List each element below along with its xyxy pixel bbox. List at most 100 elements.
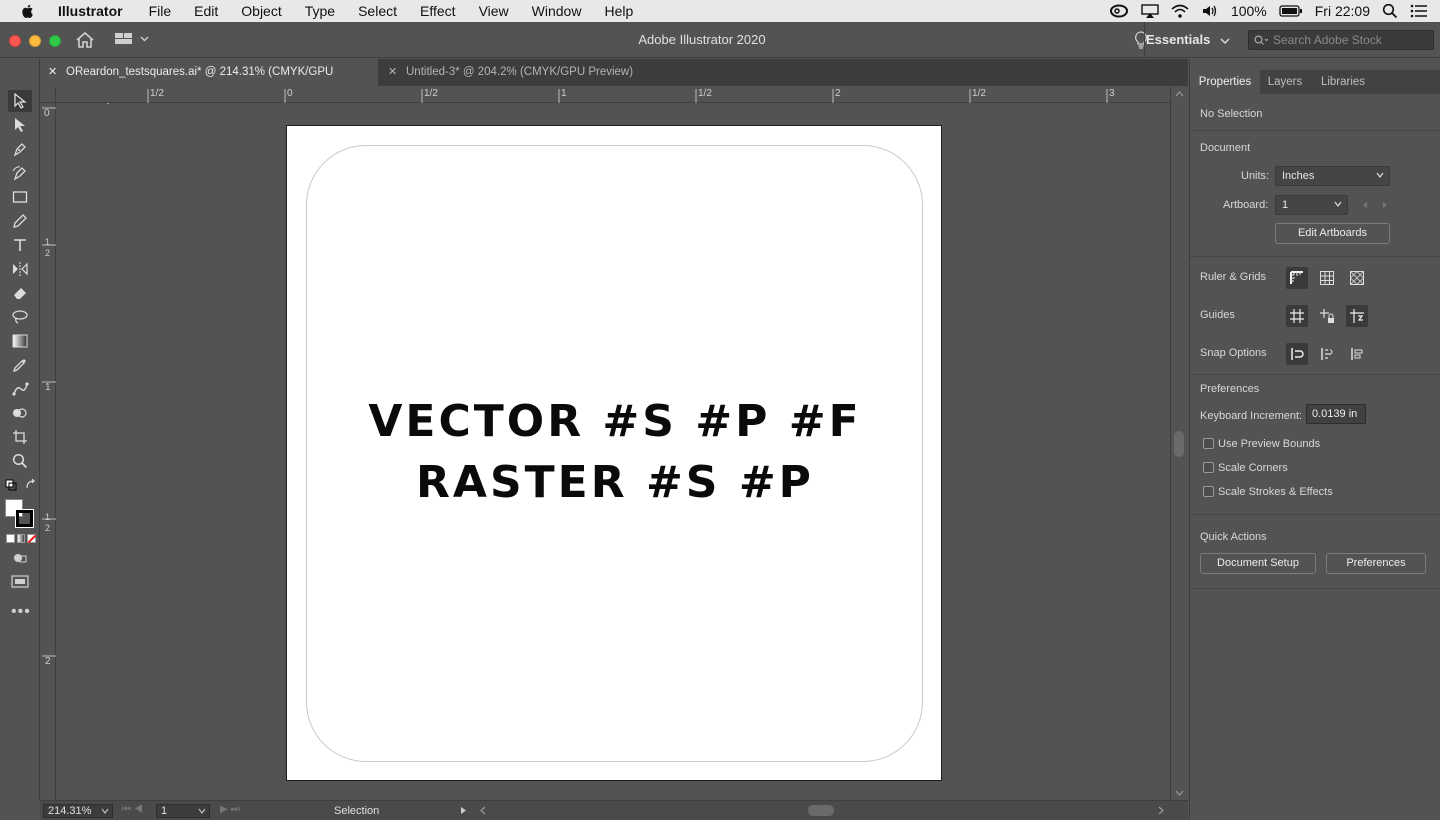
close-tab-icon[interactable]: ✕: [48, 59, 57, 86]
artboard[interactable]: VECTOR #S #P #F RASTER #S #P: [286, 125, 942, 781]
draw-mode-icon[interactable]: [12, 551, 28, 565]
lock-guides-button[interactable]: [1316, 305, 1338, 327]
scale-strokes-effects-checkbox[interactable]: [1203, 486, 1214, 497]
menu-effect[interactable]: Effect: [420, 0, 456, 22]
swap-fill-stroke-icon[interactable]: [25, 479, 37, 491]
scroll-left-icon[interactable]: [480, 806, 486, 815]
notification-center-icon[interactable]: [1410, 4, 1428, 18]
eraser-tool[interactable]: [8, 282, 32, 304]
none-mode-icon[interactable]: [27, 534, 37, 544]
airplay-icon[interactable]: [1141, 4, 1159, 18]
apple-logo-icon[interactable]: [20, 3, 36, 19]
scale-corners-label[interactable]: Scale Corners: [1218, 462, 1288, 474]
shape-builder-tool[interactable]: [8, 402, 32, 424]
scroll-right-icon[interactable]: [1158, 806, 1164, 815]
panel-divider: [1190, 588, 1440, 589]
vertical-scroll-thumb[interactable]: [1174, 431, 1184, 457]
volume-icon[interactable]: [1201, 4, 1219, 18]
show-grid-button[interactable]: [1316, 267, 1338, 289]
document-tab-inactive[interactable]: ✕ Untitled-3* @ 204.2% (CMYK/GPU Preview…: [380, 59, 640, 86]
artboard-dropdown[interactable]: 1: [1275, 195, 1348, 215]
artwork-text-line-1[interactable]: VECTOR #S #P #F: [287, 396, 943, 447]
zoom-tool[interactable]: [8, 450, 32, 472]
default-fill-stroke-icon[interactable]: [5, 479, 17, 491]
eyedropper-tool[interactable]: [8, 354, 32, 376]
gradient-tool[interactable]: [8, 330, 32, 352]
menu-edit[interactable]: Edit: [194, 0, 218, 22]
scroll-down-icon[interactable]: [1175, 790, 1184, 796]
menu-object[interactable]: Object: [241, 0, 281, 22]
battery-icon[interactable]: [1279, 5, 1303, 17]
ruler-origin[interactable]: [40, 87, 56, 103]
close-tab-icon[interactable]: ✕: [388, 59, 397, 86]
scale-corners-checkbox[interactable]: [1203, 462, 1214, 473]
spotlight-search-icon[interactable]: [1382, 3, 1398, 19]
use-preview-bounds-label[interactable]: Use Preview Bounds: [1218, 438, 1320, 450]
next-artboard-icon[interactable]: [1382, 201, 1388, 209]
menubar-clock[interactable]: Fri 22:09: [1315, 3, 1370, 19]
eyedropper-icon: [12, 359, 26, 373]
snap-to-pixel-button[interactable]: [1346, 343, 1368, 365]
smart-guides-button[interactable]: [1346, 305, 1368, 327]
type-tool[interactable]: [8, 234, 32, 256]
curvature-tool[interactable]: [8, 162, 32, 184]
units-dropdown[interactable]: Inches: [1275, 166, 1390, 186]
tab-libraries[interactable]: Libraries: [1310, 70, 1376, 94]
canvas-area[interactable]: VECTOR #S #P #F RASTER #S #P: [57, 104, 1170, 800]
selection-tool[interactable]: [8, 90, 32, 112]
search-adobe-stock-input[interactable]: Search Adobe Stock: [1248, 30, 1434, 50]
zoom-level-field[interactable]: 214.31%: [43, 804, 113, 818]
workspace-switcher[interactable]: Essentials: [1146, 22, 1230, 58]
artboard-tool[interactable]: [8, 426, 32, 448]
pen-tool[interactable]: [8, 138, 32, 160]
scale-strokes-effects-label[interactable]: Scale Strokes & Effects: [1218, 486, 1333, 498]
next-last-artboard-icon[interactable]: ▶⏭: [220, 804, 243, 815]
tab-layers[interactable]: Layers: [1260, 70, 1310, 94]
color-mode-icon[interactable]: [6, 534, 15, 543]
use-preview-bounds-checkbox[interactable]: [1203, 438, 1214, 449]
screen-mode-icon[interactable]: [11, 575, 29, 589]
current-tool-status[interactable]: Selection: [334, 805, 379, 817]
artwork-text-line-2[interactable]: RASTER #S #P: [287, 457, 943, 508]
grid-icon: [1320, 271, 1334, 285]
status-menu-arrow-icon[interactable]: [460, 806, 467, 815]
document-setup-button[interactable]: Document Setup: [1200, 553, 1316, 574]
menu-window[interactable]: Window: [532, 0, 582, 22]
creative-cloud-icon[interactable]: [1109, 4, 1129, 18]
menu-view[interactable]: View: [479, 0, 509, 22]
scroll-up-icon[interactable]: [1175, 91, 1184, 97]
document-tab-active[interactable]: ✕ OReardon_testsquares.ai* @ 214.31% (CM…: [40, 59, 378, 105]
first-prev-artboard-icon[interactable]: ⏮◀: [122, 804, 146, 815]
show-guides-button[interactable]: [1286, 305, 1308, 327]
preferences-button[interactable]: Preferences: [1326, 553, 1426, 574]
menu-select[interactable]: Select: [358, 0, 397, 22]
horizontal-scroll-thumb[interactable]: [808, 805, 834, 816]
pencil-tool[interactable]: [8, 210, 32, 232]
lasso-tool[interactable]: [8, 306, 32, 328]
menu-type[interactable]: Type: [305, 0, 335, 22]
rounded-square-shape[interactable]: [306, 145, 923, 762]
previous-artboard-icon[interactable]: [1362, 201, 1368, 209]
ruler-grids-label: Ruler & Grids: [1200, 271, 1267, 283]
menu-app-name[interactable]: Illustrator: [58, 0, 123, 22]
transparency-grid-button[interactable]: [1346, 267, 1368, 289]
keyboard-increment-input[interactable]: 0.0139 in: [1306, 404, 1366, 424]
snap-to-grid-button[interactable]: [1316, 343, 1338, 365]
gradient-mode-icon[interactable]: [16, 534, 26, 543]
snap-to-point-button[interactable]: [1286, 343, 1308, 365]
reflect-tool[interactable]: [8, 258, 32, 280]
tab-properties[interactable]: Properties: [1190, 70, 1260, 94]
direct-selection-tool[interactable]: [8, 114, 32, 136]
artboard-navigation-field[interactable]: 1: [156, 804, 210, 818]
edit-artboards-button[interactable]: Edit Artboards: [1275, 223, 1390, 244]
wifi-icon[interactable]: [1171, 4, 1189, 18]
menu-file[interactable]: File: [149, 0, 172, 22]
show-rulers-button[interactable]: [1286, 267, 1308, 289]
more-tools-icon[interactable]: •••: [11, 604, 31, 620]
rectangle-tool[interactable]: [8, 186, 32, 208]
quick-actions-heading: Quick Actions: [1200, 531, 1267, 543]
menu-help[interactable]: Help: [604, 0, 633, 22]
puppet-warp-tool[interactable]: [8, 378, 32, 400]
stroke-swatch[interactable]: [15, 509, 34, 528]
vertical-scrollbar[interactable]: [1170, 87, 1187, 800]
